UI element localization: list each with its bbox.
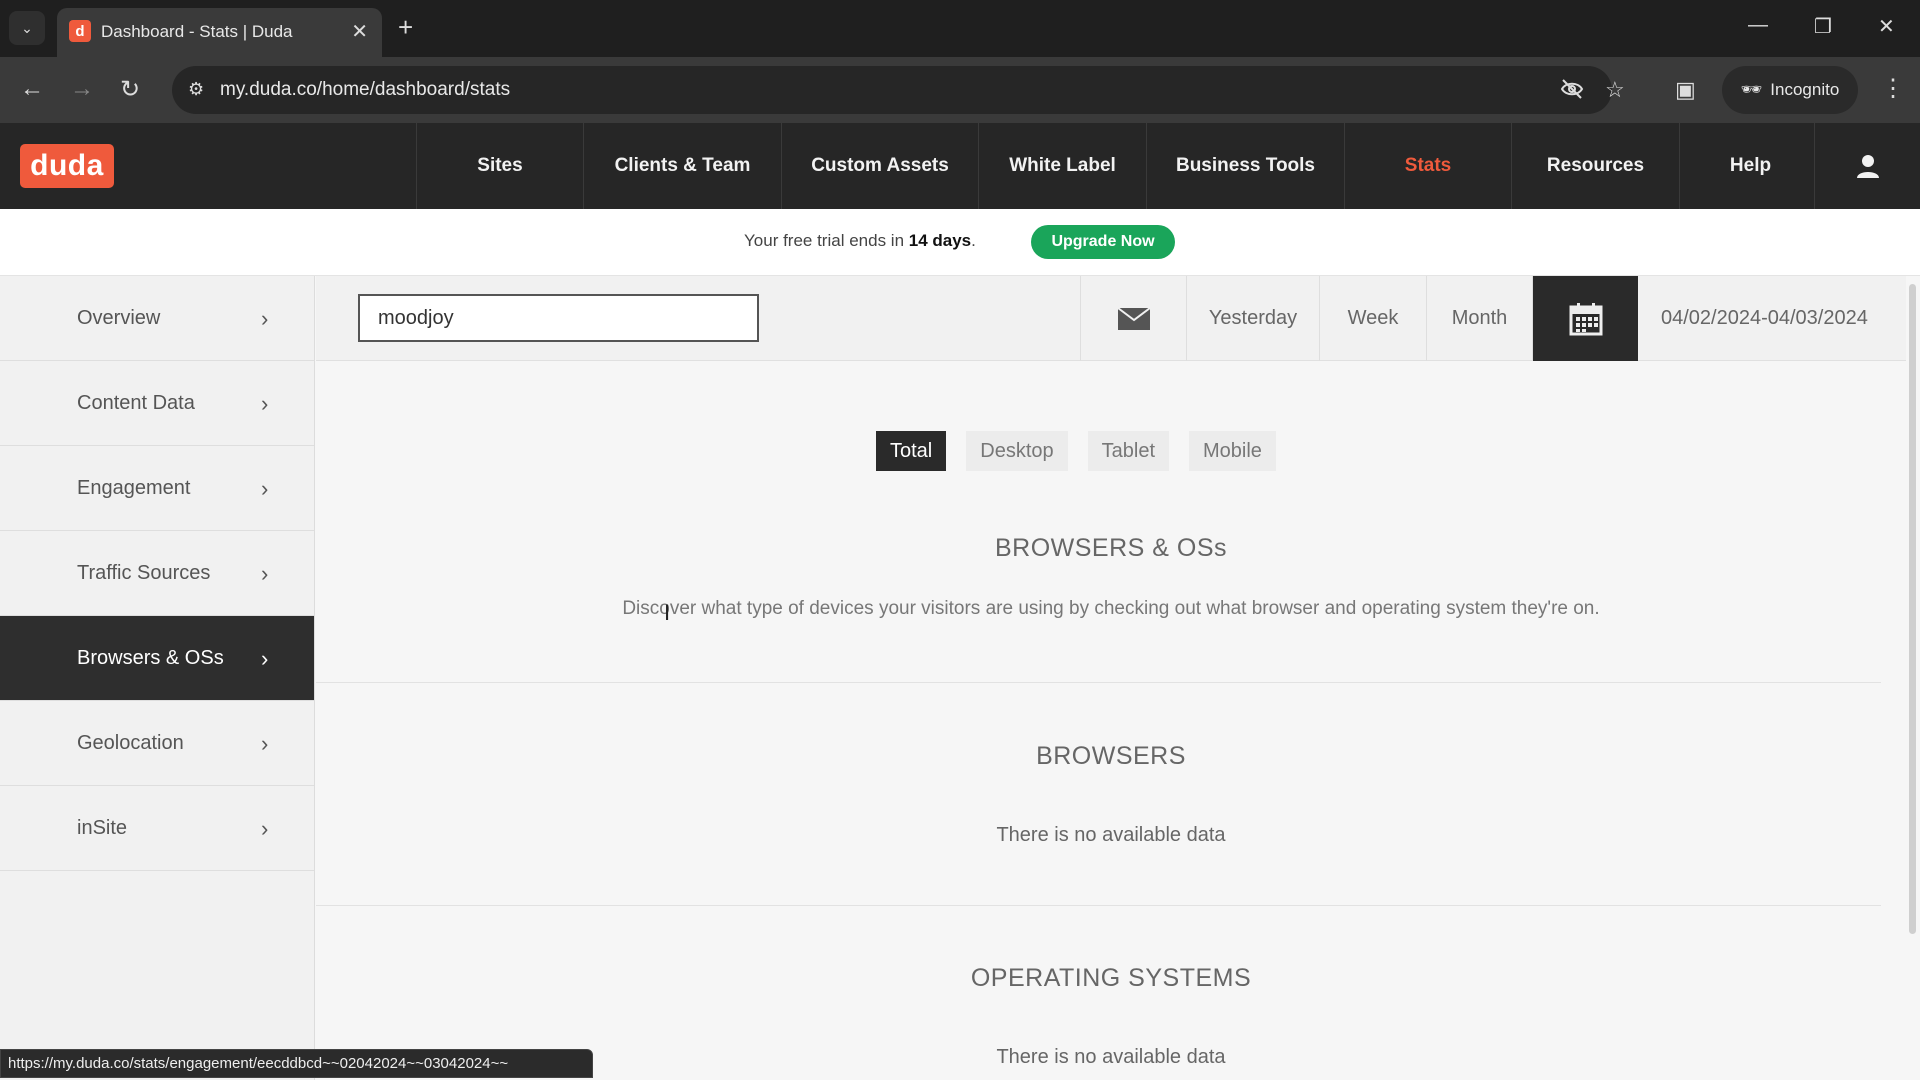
tab-title: Dashboard - Stats | Duda	[101, 22, 293, 41]
stats-toolbar: Yesterday Week Month 04/02/2024-04/03/20…	[316, 276, 1906, 361]
scrollbar-thumb[interactable]	[1909, 284, 1916, 934]
url-text[interactable]: my.duda.co/home/dashboard/stats	[220, 79, 510, 101]
side-panel-icon[interactable]: ▣	[1675, 77, 1696, 103]
user-account-icon[interactable]	[1814, 123, 1920, 209]
envelope-icon	[1116, 306, 1151, 330]
chevron-right-icon: ›	[261, 391, 269, 416]
sidebar-item-geolocation[interactable]: Geolocation ›	[0, 701, 314, 786]
browsers-title: BROWSERS	[1036, 742, 1186, 770]
app-header: duda Sites Clients & Team Custom Assets …	[0, 123, 1920, 209]
stats-content: Total Desktop Tablet Mobile BROWSERS & O…	[316, 362, 1906, 1080]
sidebar-item-label: Browsers & OSs	[77, 646, 224, 669]
email-report-button[interactable]	[1080, 276, 1186, 361]
chevron-right-icon: ›	[261, 646, 269, 671]
restore-icon[interactable]: ❐	[1814, 14, 1832, 39]
os-title: OPERATING SYSTEMS	[970, 964, 1252, 992]
duda-favicon-icon: d	[69, 20, 91, 42]
incognito-label: Incognito	[1770, 80, 1840, 99]
sidebar-item-label: Geolocation	[77, 731, 184, 754]
chevron-right-icon: ›	[261, 476, 269, 501]
device-tabs: Total Desktop Tablet Mobile	[876, 431, 1276, 471]
trial-text-prefix: Your free trial ends in	[744, 231, 909, 250]
reload-icon[interactable]: ↻	[120, 75, 140, 104]
sidebar-item-label: Content Data	[77, 391, 195, 414]
upgrade-now-button[interactable]: Upgrade Now	[1031, 225, 1175, 259]
sidebar-item-label: inSite	[77, 816, 128, 839]
trial-message: Your free trial ends in 14 days.	[744, 231, 976, 251]
close-tab-icon[interactable]: ✕	[351, 19, 368, 44]
nav-resources[interactable]: Resources	[1511, 123, 1679, 209]
duda-logo[interactable]: duda	[20, 144, 114, 188]
trial-days: 14 days	[908, 231, 972, 250]
nav-white-label[interactable]: White Label	[978, 123, 1146, 209]
sidebar-item-traffic-sources[interactable]: Traffic Sources ›	[0, 531, 314, 616]
text-cursor-icon: I	[664, 600, 671, 625]
page-scrollbar[interactable]	[1906, 276, 1920, 1080]
close-window-icon[interactable]: ✕	[1878, 14, 1895, 39]
sidebar-item-overview[interactable]: Overview ›	[0, 276, 314, 361]
tab-total[interactable]: Total	[876, 431, 947, 471]
trial-banner: Your free trial ends in 14 days. Upgrade…	[0, 209, 1920, 276]
date-range-display[interactable]: 04/02/2024-04/03/2024	[1661, 307, 1868, 330]
link-status-bar: https://my.duda.co/stats/engagement/eecd…	[0, 1049, 593, 1078]
chevron-right-icon: ›	[261, 561, 269, 586]
yesterday-button[interactable]: Yesterday	[1186, 276, 1319, 361]
sidebar-item-label: Engagement	[77, 476, 191, 499]
chevron-right-icon: ›	[261, 816, 269, 841]
tab-desktop[interactable]: Desktop	[966, 431, 1068, 471]
tab-search-button[interactable]: ⌄	[9, 11, 45, 45]
calendar-icon	[1569, 302, 1602, 335]
sidebar-item-engagement[interactable]: Engagement ›	[0, 446, 314, 531]
minimize-icon[interactable]: —	[1748, 14, 1768, 37]
nav-clients-team[interactable]: Clients & Team	[583, 123, 781, 209]
chevron-right-icon: ›	[261, 731, 269, 756]
sidebar-item-browsers-oss[interactable]: Browsers & OSs ›	[0, 616, 314, 701]
week-button[interactable]: Week	[1319, 276, 1426, 361]
calendar-button[interactable]	[1532, 276, 1638, 361]
section-divider	[316, 905, 1881, 906]
page-title: BROWSERS & OSs	[994, 534, 1228, 562]
page-description: Discover what type of devices your visit…	[622, 598, 1600, 619]
main-nav: Sites Clients & Team Custom Assets White…	[416, 123, 1821, 209]
forward-icon[interactable]: →	[70, 75, 94, 103]
browsers-empty-message: There is no available data	[996, 824, 1226, 846]
section-divider	[316, 682, 1881, 683]
incognito-icon: 🕶	[1740, 80, 1763, 99]
tab-mobile[interactable]: Mobile	[1189, 431, 1276, 471]
eye-slash-icon[interactable]	[1560, 77, 1584, 107]
nav-stats[interactable]: Stats	[1344, 123, 1511, 209]
browser-tabbar: ⌄ d Dashboard - Stats | Duda ✕ + — ❐ ✕	[0, 0, 1920, 57]
chevron-right-icon: ›	[261, 306, 269, 331]
browser-tab-active[interactable]: d Dashboard - Stats | Duda ✕	[57, 8, 382, 57]
tab-tablet[interactable]: Tablet	[1087, 431, 1169, 471]
star-icon[interactable]: ☆	[1605, 77, 1625, 103]
nav-help[interactable]: Help	[1679, 123, 1821, 209]
nav-custom-assets[interactable]: Custom Assets	[781, 123, 978, 209]
trial-text-suffix: .	[971, 231, 976, 250]
sidebar-item-insite[interactable]: inSite ›	[0, 786, 314, 871]
browser-menu-icon[interactable]: ⋮	[1881, 74, 1905, 103]
month-button[interactable]: Month	[1426, 276, 1532, 361]
incognito-indicator[interactable]: 🕶 Incognito	[1722, 66, 1858, 114]
new-tab-icon[interactable]: +	[398, 12, 413, 43]
back-icon[interactable]: ←	[20, 75, 44, 103]
sidebar-item-content-data[interactable]: Content Data ›	[0, 361, 314, 446]
sidebar-item-label: Overview	[77, 306, 161, 329]
site-search-input[interactable]	[358, 294, 759, 342]
stats-sidebar: Overview › Content Data › Engagement › Traf…	[0, 276, 315, 1080]
sidebar-item-label: Traffic Sources	[77, 561, 211, 584]
nav-sites[interactable]: Sites	[416, 123, 583, 209]
site-info-icon[interactable]: ⚙	[188, 79, 204, 100]
address-bar[interactable]: ⚙ my.duda.co/home/dashboard/stats ☆	[172, 66, 1625, 114]
nav-business-tools[interactable]: Business Tools	[1146, 123, 1344, 209]
browser-toolbar: ← → ↻ ⚙ my.duda.co/home/dashboard/stats …	[0, 57, 1920, 123]
